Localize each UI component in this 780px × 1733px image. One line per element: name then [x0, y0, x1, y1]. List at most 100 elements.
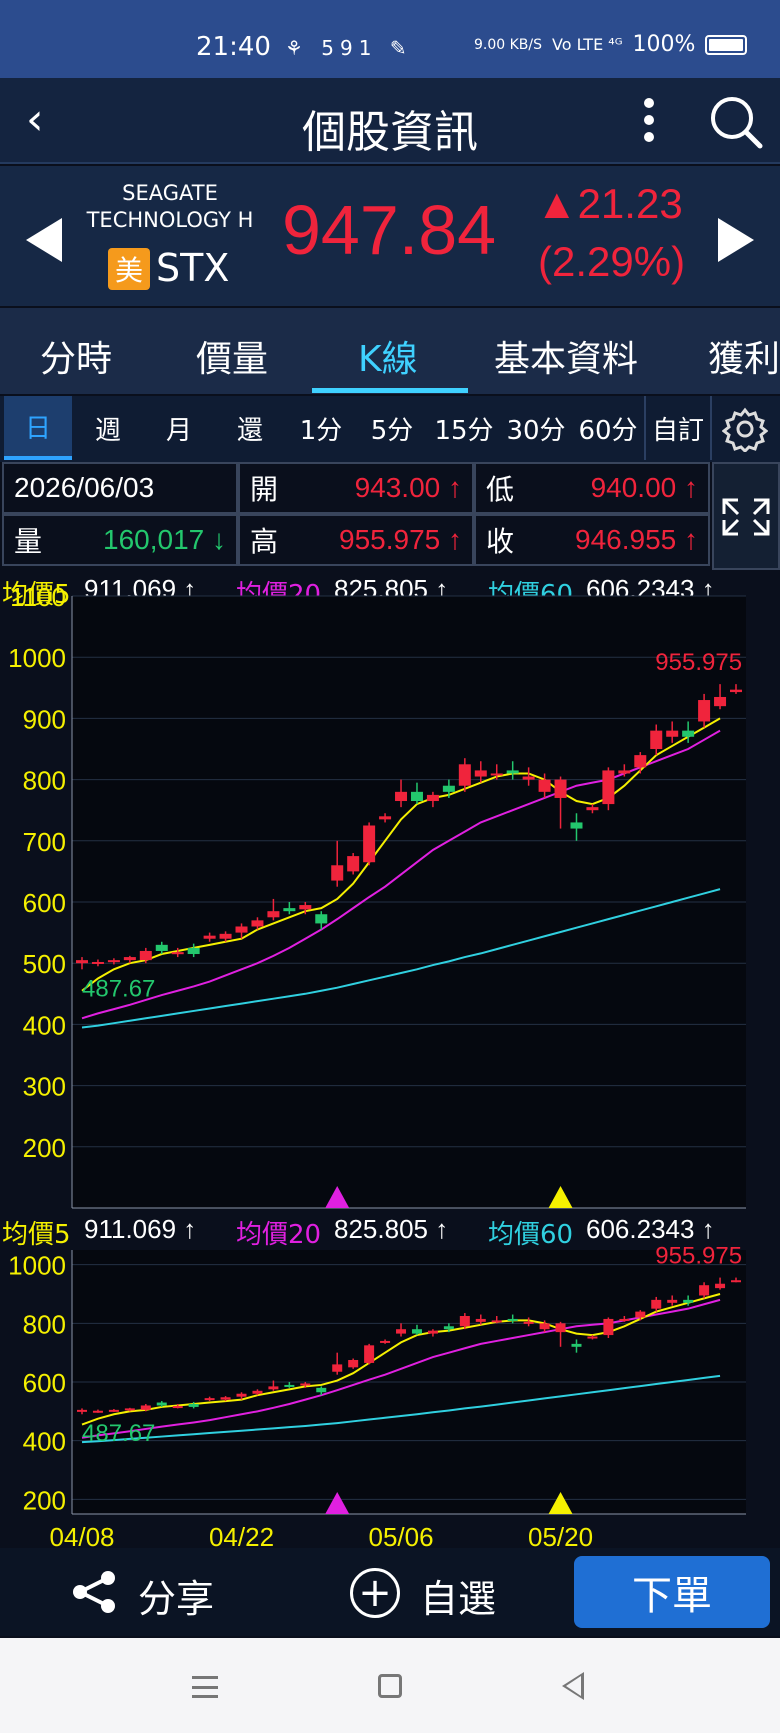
watchlist-button[interactable]: 自選 — [420, 1568, 496, 1623]
recents-icon[interactable] — [192, 1676, 218, 1698]
mini-candle-body — [667, 1299, 678, 1303]
main-candle-body — [363, 825, 376, 863]
main-candle-body — [682, 730, 695, 737]
mini-candle-body — [555, 1323, 566, 1333]
main-candle-body — [251, 920, 264, 927]
main-y-tick-label: 1000 — [8, 643, 66, 673]
mini-candle-body — [156, 1402, 167, 1406]
mini-candle-body — [635, 1311, 646, 1318]
mini-candle-body — [108, 1409, 119, 1412]
main-candle-body — [235, 926, 248, 933]
mini-candle-body — [124, 1408, 135, 1411]
main-y-tick-label: 900 — [23, 704, 66, 734]
main-candle-body — [666, 730, 679, 737]
system-nav-bar — [0, 1638, 780, 1733]
main-candle-body — [347, 856, 360, 872]
main-candle-body — [203, 935, 216, 939]
share-button[interactable]: 分享 — [138, 1568, 214, 1623]
mini-candle-body — [651, 1299, 662, 1309]
mini-candle-body — [603, 1318, 614, 1336]
share-icon[interactable] — [70, 1568, 118, 1616]
main-y-tick-label: 500 — [23, 949, 66, 979]
mini-candle-body — [396, 1329, 407, 1334]
mini-candle-body — [411, 1329, 422, 1334]
main-candle-body — [395, 791, 408, 802]
main-candle-body — [730, 689, 742, 693]
main-y-tick-label: 1100 — [10, 582, 66, 612]
mini-candle-body — [300, 1383, 311, 1386]
mini-candle-body — [475, 1318, 486, 1322]
add-circle-icon[interactable]: + — [350, 1568, 400, 1618]
mini-candle-body — [683, 1299, 694, 1303]
main-candle-body — [506, 770, 519, 774]
main-candle-body — [267, 911, 280, 918]
main-low-annotation: 487.67 — [82, 976, 155, 1003]
mini-candle-body — [571, 1343, 582, 1347]
home-icon[interactable] — [378, 1674, 402, 1698]
mini-candle-body — [539, 1323, 550, 1330]
main-y-tick-label: 200 — [23, 1133, 66, 1163]
mini-candle-body — [252, 1390, 263, 1394]
main-candle-body — [379, 816, 392, 820]
mini-candle-body — [188, 1404, 199, 1407]
mini-y-tick-label: 800 — [23, 1309, 66, 1339]
main-candle-body — [570, 822, 583, 829]
mini-candle-body — [587, 1336, 598, 1339]
main-candle-body — [331, 865, 344, 881]
mini-candle-body — [92, 1410, 103, 1413]
mini-candle-body — [619, 1318, 630, 1321]
x-tick-label: 05/20 — [528, 1522, 593, 1548]
mini-candle-body — [220, 1397, 231, 1400]
mini-candle-body — [348, 1360, 359, 1368]
main-candle-body — [442, 785, 455, 792]
mini-low-annotation: 487.67 — [82, 1420, 155, 1447]
mini-candle-body — [284, 1384, 295, 1387]
mini-candle-body — [204, 1398, 215, 1401]
mini-high-annotation: 955.975 — [655, 1243, 742, 1270]
back-icon[interactable] — [562, 1672, 584, 1700]
main-candle-body — [76, 960, 88, 964]
main-y-tick-label: 700 — [23, 827, 66, 857]
main-candle-body — [554, 779, 567, 798]
main-candle-body — [187, 947, 200, 955]
main-y-tick-label: 600 — [23, 888, 66, 918]
main-candle-body — [171, 952, 184, 955]
mini-candle-body — [443, 1326, 454, 1330]
mini-candle-body — [77, 1409, 87, 1412]
mini-y-tick-label: 400 — [23, 1427, 66, 1457]
mini-candle-body — [316, 1387, 327, 1393]
mini-candle-body — [172, 1406, 183, 1409]
main-candle-body — [586, 807, 599, 811]
main-y-tick-label: 300 — [23, 1072, 66, 1102]
main-candle-body — [650, 730, 663, 749]
mini-candle-body — [236, 1393, 247, 1397]
x-tick-label: 05/06 — [368, 1522, 433, 1548]
main-candle-body — [490, 773, 503, 776]
mini-y-tick-label: 200 — [23, 1485, 66, 1515]
main-candle-body — [602, 770, 615, 805]
main-y-tick-label: 400 — [23, 1010, 66, 1040]
mini-y-tick-label: 600 — [23, 1368, 66, 1398]
main-candle-body — [426, 794, 439, 802]
x-tick-label: 04/08 — [49, 1522, 114, 1548]
kline-chart[interactable]: 1100 1000 900 800 700 600 500 400 300 200 955.975 4… — [0, 0, 780, 1548]
mini-candle-body — [699, 1285, 710, 1296]
mini-candle-body — [523, 1321, 534, 1324]
main-candle-body — [618, 770, 631, 774]
main-candle-body — [139, 950, 152, 961]
main-high-annotation: 955.975 — [655, 649, 742, 676]
main-candle-body — [474, 770, 487, 777]
mini-candle-body — [332, 1364, 343, 1372]
x-tick-label: 04/22 — [209, 1522, 274, 1548]
bottom-action-bar: 分享 + 自選 下單 — [0, 1548, 780, 1636]
main-candle-body — [315, 914, 328, 924]
mini-candle-body — [507, 1318, 518, 1321]
main-candle-body — [219, 933, 232, 939]
main-candle-body — [107, 960, 120, 963]
app-root: 21:40 ⚘ 591 ✎ 9.00 KB/S Vo LTE ⁴ᴳ 100% ‹… — [0, 0, 780, 1733]
main-candle-body — [538, 779, 551, 792]
main-candle-body — [299, 905, 312, 910]
main-candle-body — [155, 944, 168, 951]
order-button[interactable]: 下單 — [574, 1556, 770, 1628]
main-candle-body — [123, 957, 136, 961]
